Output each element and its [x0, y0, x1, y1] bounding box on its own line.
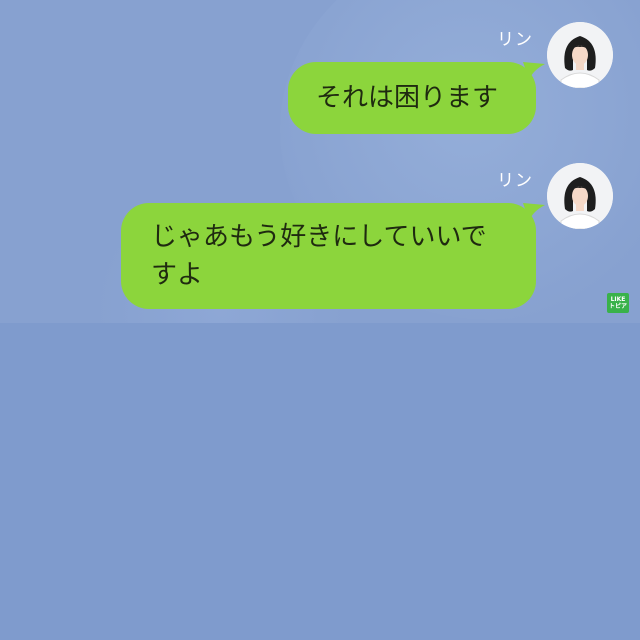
watermark-line2: トピア: [608, 303, 627, 310]
woman-avatar-icon: [547, 22, 613, 88]
message-text: じゃあもう好きにしていいですよ: [151, 222, 487, 290]
avatar[interactable]: [547, 22, 613, 88]
watermark-logo: LIKE トピア: [607, 293, 629, 313]
sender-name: リン: [497, 171, 533, 191]
sender-name: リン: [497, 30, 533, 50]
bubble-tail-icon: [523, 62, 545, 80]
watermark-line1: LIKE: [610, 296, 626, 303]
message-bubble[interactable]: それは困ります: [288, 62, 545, 134]
message-text: それは困ります: [316, 83, 499, 113]
bubble-tail-icon: [523, 203, 545, 221]
avatar[interactable]: [547, 163, 613, 229]
message-bubble[interactable]: じゃあもう好きにしていいですよ: [121, 203, 545, 309]
woman-avatar-icon: [547, 163, 613, 229]
